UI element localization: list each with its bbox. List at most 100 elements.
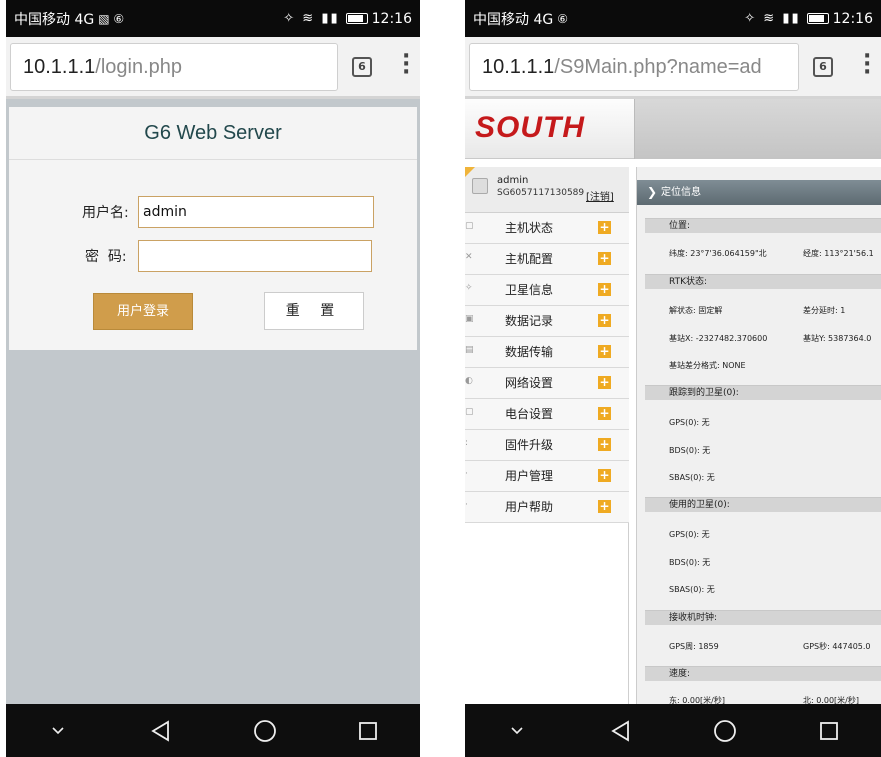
user-serial: SG6057117130589	[497, 188, 585, 198]
logout-link[interactable]: [注销]	[586, 188, 614, 203]
header-banner: SOUTH	[465, 99, 881, 159]
banner-right	[634, 99, 881, 159]
menu-item-radio[interactable]: ▢ 电台设置 +	[465, 399, 629, 430]
overflow-menu-icon[interactable]: · · ·	[863, 46, 871, 84]
url-field[interactable]: 10.1.1.1/login.php	[10, 43, 338, 91]
menu-label: 用户管理	[505, 469, 554, 483]
section-position: 位置:	[645, 218, 881, 233]
carrier-label: 中国移动 4G	[473, 11, 554, 28]
home-circle-icon[interactable]	[245, 718, 285, 744]
expand-plus-icon[interactable]: +	[598, 438, 611, 451]
expand-plus-icon[interactable]: +	[598, 345, 611, 358]
expand-plus-icon[interactable]: +	[598, 221, 611, 234]
position-panel: ❯ 定位信息 位置: 纬度: 23°7'36.064159"北 经度: 113°2…	[636, 167, 881, 704]
menu-item-user-manage[interactable]: · 用户管理 +	[465, 461, 629, 492]
base-x-value: 基站X: -2327482.370600	[669, 334, 768, 343]
android-nav-bar	[6, 704, 420, 757]
used-sbas: SBAS(0): 无	[669, 585, 715, 594]
username-row: 用户名: admin	[9, 195, 417, 229]
solution-value: 解状态: 固定解	[669, 306, 723, 315]
chevron-right-icon: ❯	[647, 185, 658, 199]
gps-sec-value: GPS秒: 447405.0	[803, 642, 871, 651]
tracked-gps: GPS(0): 无	[669, 418, 710, 427]
section-speed: 速度:	[645, 666, 881, 681]
sidebar: admin SG6057117130589 [注销] ▢ 主机状态 + ✕ 主机配置 +…	[465, 167, 629, 704]
clock: 12:16	[371, 10, 412, 27]
menu-label: 网络设置	[505, 376, 554, 390]
menu-item-help[interactable]: · 用户帮助 +	[465, 492, 629, 523]
sim-icon: ▧ ⑥	[98, 11, 125, 26]
status-bar: 中国移动 4G ⑥ ✧ ≋ ▮▮ 12:16	[465, 0, 881, 37]
menu-label: 卫星信息	[505, 283, 554, 297]
longitude-value: 经度: 113°21'56.1	[803, 249, 874, 258]
clock: 12:16	[832, 10, 873, 27]
overflow-menu-icon[interactable]: · · ·	[402, 46, 410, 84]
url-host: 10.1.1.1	[23, 56, 96, 78]
menu-item-network[interactable]: ◐ 网络设置 +	[465, 368, 629, 399]
url-path: /login.php	[95, 56, 183, 78]
user-name: admin	[497, 175, 529, 186]
login-button[interactable]: 用户登录	[93, 293, 193, 330]
url-path: /S9Main.php?name=ad	[554, 56, 762, 78]
expand-plus-icon[interactable]: +	[598, 469, 611, 482]
edge-icon: ▢	[465, 221, 474, 231]
android-nav-bar	[465, 704, 881, 757]
url-field[interactable]: 10.1.1.1/S9Main.php?name=ad	[469, 43, 799, 91]
menu-label: 数据记录	[505, 314, 554, 328]
expand-plus-icon[interactable]: +	[598, 407, 611, 420]
speed-east-value: 东: 0.00[米/秒]	[669, 696, 725, 704]
expand-plus-icon[interactable]: +	[598, 376, 611, 389]
expand-plus-icon[interactable]: +	[598, 252, 611, 265]
edge-icon: ·	[465, 469, 468, 479]
section-used: 使用的卫星(0):	[645, 497, 881, 512]
recents-square-icon[interactable]	[809, 720, 849, 742]
chevron-down-icon[interactable]	[38, 726, 78, 736]
tracked-sbas: SBAS(0): 无	[669, 473, 715, 482]
login-page: G6 Web Server 用户名: admin 密 码: 用户登录 重 置	[6, 99, 420, 704]
main-phone-screen: 中国移动 4G ⑥ ✧ ≋ ▮▮ 12:16 10.1.1.1/S9Main.p…	[465, 0, 881, 757]
page-title: G6 Web Server	[9, 107, 417, 160]
browser-toolbar: 10.1.1.1/S9Main.php?name=ad 6 · · ·	[465, 37, 881, 99]
url-host: 10.1.1.1	[482, 56, 555, 78]
username-label: 用户名:	[82, 205, 129, 221]
edge-icon: ·	[465, 500, 468, 510]
menu-item-satellite[interactable]: ✧ 卫星信息 +	[465, 275, 629, 306]
menu-item-firmware[interactable]: : 固件升级 +	[465, 430, 629, 461]
login-phone-screen: 中国移动 4G ▧ ⑥ ✧ ≋ ▮▮ 12:16 10.1.1.1/login.…	[6, 0, 420, 757]
menu-item-host-config[interactable]: ✕ 主机配置 +	[465, 244, 629, 275]
expand-plus-icon[interactable]: +	[598, 500, 611, 513]
back-triangle-icon[interactable]	[601, 719, 641, 743]
menu-label: 主机状态	[505, 221, 554, 235]
password-field[interactable]	[138, 240, 372, 272]
expand-plus-icon[interactable]: +	[598, 314, 611, 327]
used-bds: BDS(0): 无	[669, 558, 711, 567]
sim-icon: ⑥	[557, 11, 568, 26]
menu-label: 主机配置	[505, 252, 554, 266]
used-gps: GPS(0): 无	[669, 530, 710, 539]
edge-icon: ▤	[465, 345, 474, 355]
recents-square-icon[interactable]	[348, 720, 388, 742]
password-label: 密 码:	[85, 249, 127, 265]
avatar-icon	[472, 178, 488, 194]
back-triangle-icon[interactable]	[141, 719, 181, 743]
menu-item-data-record[interactable]: ▣ 数据记录 +	[465, 306, 629, 337]
username-field[interactable]: admin	[138, 196, 374, 228]
base-y-value: 基站Y: 5387364.0	[803, 334, 872, 343]
expand-plus-icon[interactable]: +	[598, 283, 611, 296]
edge-icon: ✧	[465, 283, 473, 293]
edge-icon: ▣	[465, 314, 474, 324]
menu-item-data-transfer[interactable]: ▤ 数据传输 +	[465, 337, 629, 368]
status-bar: 中国移动 4G ▧ ⑥ ✧ ≋ ▮▮ 12:16	[6, 0, 420, 37]
tab-switcher-button[interactable]: 6	[813, 57, 833, 77]
menu-item-host-status[interactable]: ▢ 主机状态 +	[465, 213, 629, 244]
section-rtk: RTK状态:	[645, 274, 881, 289]
reset-button[interactable]: 重 置	[264, 292, 364, 330]
user-box: admin SG6057117130589 [注销]	[465, 167, 629, 213]
password-row: 密 码:	[9, 239, 417, 273]
chevron-down-icon[interactable]	[497, 726, 537, 736]
corner-ribbon	[465, 167, 475, 177]
home-circle-icon[interactable]	[705, 718, 745, 744]
tab-switcher-button[interactable]: 6	[352, 57, 372, 77]
section-clock: 接收机时钟:	[645, 610, 881, 625]
south-logo: SOUTH	[475, 111, 585, 144]
